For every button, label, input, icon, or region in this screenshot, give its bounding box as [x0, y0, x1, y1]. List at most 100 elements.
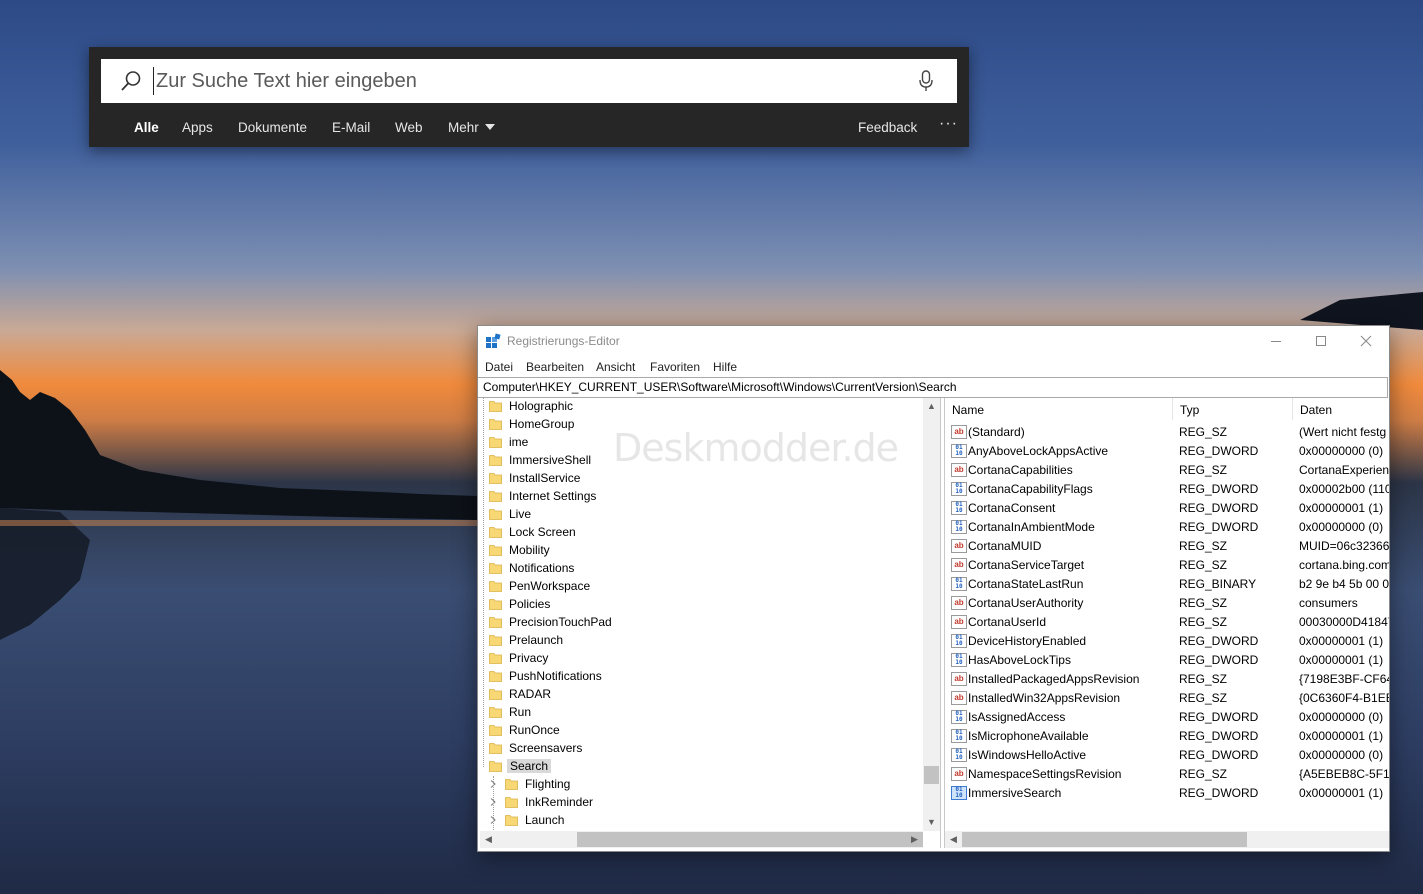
menu-edit[interactable]: Bearbeiten — [526, 360, 584, 374]
value-name: CortanaCapabilityFlags — [968, 482, 1093, 496]
scroll-up-icon[interactable]: ▲ — [923, 398, 940, 415]
search-box[interactable] — [101, 59, 957, 103]
close-button[interactable] — [1343, 326, 1389, 356]
search-panel: Alle Apps Dokumente E-Mail Web Mehr Feed… — [89, 47, 969, 147]
folder-icon — [489, 617, 502, 628]
value-type: REG_DWORD — [1179, 748, 1259, 762]
values-horizontal-scrollbar[interactable]: ◀ — [945, 831, 1389, 848]
menu-favorites[interactable]: Favoriten — [650, 360, 700, 374]
value-row[interactable]: ab CortanaMUID REG_SZ MUID=06c323660 — [945, 537, 1389, 556]
menu-file[interactable]: Datei — [485, 360, 513, 374]
value-row[interactable]: 01 10 CortanaCapabilityFlags REG_DWORD 0x000… — [945, 480, 1389, 499]
tab-web[interactable]: Web — [395, 120, 423, 135]
value-row[interactable]: 01 10 HasAboveLockTips REG_DWORD 0x00000001 … — [945, 651, 1389, 670]
value-row[interactable]: 01 10 ImmersiveSearch REG_DWORD 0x00000001 (… — [945, 784, 1389, 803]
tree-horizontal-scrollbar[interactable]: ◀ ▶ — [480, 831, 923, 848]
folder-icon — [505, 797, 518, 808]
value-row[interactable]: ab CortanaUserAuthority REG_SZ consumers — [945, 594, 1389, 613]
scroll-right-icon[interactable]: ▶ — [906, 831, 923, 848]
value-row[interactable]: ab (Standard) REG_SZ (Wert nicht festg — [945, 423, 1389, 442]
value-name: CortanaInAmbientMode — [968, 520, 1095, 534]
value-row[interactable]: ab InstalledWin32AppsRevision REG_SZ {0C636… — [945, 689, 1389, 708]
value-name: IsWindowsHelloActive — [968, 748, 1087, 762]
value-name: CortanaCapabilities — [968, 463, 1073, 477]
value-row[interactable]: 01 10 DeviceHistoryEnabled REG_DWORD 0x00000… — [945, 632, 1389, 651]
folder-icon — [489, 455, 502, 466]
address-input[interactable] — [483, 380, 1373, 394]
value-row[interactable]: ab CortanaCapabilities REG_SZ CortanaExperi… — [945, 461, 1389, 480]
value-row[interactable]: 01 10 CortanaConsent REG_DWORD 0x00000001 (1… — [945, 499, 1389, 518]
tree-hscroll-thumb[interactable] — [577, 832, 923, 847]
value-row[interactable]: 01 10 IsWindowsHelloActive REG_DWORD 0x00000… — [945, 746, 1389, 765]
tree-item-label: Holographic — [509, 399, 574, 413]
tree-connector — [493, 776, 494, 830]
value-row[interactable]: 01 10 AnyAboveLockAppsActive REG_DWORD 0x000… — [945, 442, 1389, 461]
value-data: 0x00000000 (0) — [1299, 710, 1384, 724]
tree-item-label: Internet Settings — [509, 489, 597, 503]
value-name: CortanaServiceTarget — [968, 558, 1085, 572]
tab-apps[interactable]: Apps — [182, 120, 213, 135]
folder-icon — [489, 545, 502, 556]
binary-value-icon: 01 10 — [951, 786, 967, 800]
tab-all[interactable]: Alle — [134, 120, 159, 135]
value-type: REG_DWORD — [1179, 501, 1259, 515]
value-row[interactable]: ab InstalledPackagedAppsRevision REG_SZ {71… — [945, 670, 1389, 689]
tab-documents[interactable]: Dokumente — [238, 120, 307, 135]
column-header-type[interactable]: Typ — [1173, 398, 1292, 420]
chevron-down-icon — [484, 124, 495, 130]
menu-help[interactable]: Hilfe — [713, 360, 737, 374]
scroll-left-icon[interactable]: ◀ — [945, 831, 962, 848]
scroll-down-icon[interactable]: ▼ — [923, 814, 940, 831]
binary-value-icon: 01 10 — [951, 520, 967, 534]
string-value-icon: ab — [951, 425, 967, 439]
scroll-left-icon[interactable]: ◀ — [480, 831, 497, 848]
minimize-button[interactable] — [1253, 326, 1299, 356]
feedback-link[interactable]: Feedback — [858, 120, 917, 135]
folder-icon — [489, 707, 502, 718]
value-data: 0x00002b00 (1100 — [1299, 482, 1389, 496]
column-header-name[interactable]: Name — [945, 398, 1172, 420]
tree-item-label: ime — [509, 435, 529, 449]
folder-icon — [505, 779, 518, 790]
value-data: b2 9e b4 5b 00 00 — [1299, 577, 1389, 591]
microphone-icon[interactable] — [918, 70, 934, 92]
value-row[interactable]: ab CortanaServiceTarget REG_SZ cortana.bing… — [945, 556, 1389, 575]
value-data: 0x00000001 (1) — [1299, 729, 1384, 743]
binary-value-icon: 01 10 — [951, 634, 967, 648]
address-bar[interactable] — [478, 377, 1388, 398]
value-row[interactable]: 01 10 CortanaInAmbientMode REG_DWORD 0x00000… — [945, 518, 1389, 537]
menu-view[interactable]: Ansicht — [596, 360, 635, 374]
tab-more[interactable]: Mehr — [448, 120, 495, 135]
tab-email[interactable]: E-Mail — [332, 120, 370, 135]
value-data: 0x00000000 (0) — [1299, 444, 1384, 458]
tree-item-label: InstallService — [509, 471, 581, 485]
values-hscroll-thumb[interactable] — [962, 832, 1247, 847]
tree-item-label: Notifications — [509, 561, 575, 575]
value-row[interactable]: 01 10 IsMicrophoneAvailable REG_DWORD 0x0000… — [945, 727, 1389, 746]
column-header-data[interactable]: Daten — [1293, 398, 1389, 420]
binary-value-icon: 01 10 — [951, 729, 967, 743]
value-row[interactable]: abCortanaUserId REG_SZ 00030000D41847F — [945, 613, 1389, 632]
value-type: REG_SZ — [1179, 558, 1228, 572]
folder-icon — [489, 581, 502, 592]
value-name: DeviceHistoryEnabled — [968, 634, 1087, 648]
title-bar[interactable]: Registrierungs-Editor — [478, 326, 1389, 356]
registry-editor-app-icon — [486, 333, 501, 348]
tree-vscroll-thumb[interactable] — [924, 766, 939, 784]
value-name: CortanaMUID — [968, 539, 1042, 553]
string-value-icon: ab — [951, 691, 967, 705]
value-row[interactable]: 01 10 IsAssignedAccess REG_DWORD 0x00000000 … — [945, 708, 1389, 727]
value-type: REG_BINARY — [1179, 577, 1257, 591]
value-row[interactable]: 01 10 CortanaStateLastRun REG_BINARY b2 9e b… — [945, 575, 1389, 594]
tree-item-label: InkReminder — [525, 795, 594, 809]
search-input[interactable] — [153, 67, 896, 95]
value-data: (Wert nicht festg — [1299, 425, 1387, 439]
maximize-button[interactable] — [1298, 326, 1344, 356]
tree-vertical-scrollbar[interactable]: ▲ ▼ — [923, 398, 940, 831]
value-row[interactable]: ab NamespaceSettingsRevision REG_SZ {A5EBEB… — [945, 765, 1389, 784]
more-options-button[interactable]: ··· — [939, 115, 958, 133]
value-name: CortanaStateLastRun — [968, 577, 1084, 591]
value-data: 0x00000001 (1) — [1299, 653, 1384, 667]
string-value-icon: ab — [951, 672, 967, 686]
value-name: NamespaceSettingsRevision — [968, 767, 1122, 781]
